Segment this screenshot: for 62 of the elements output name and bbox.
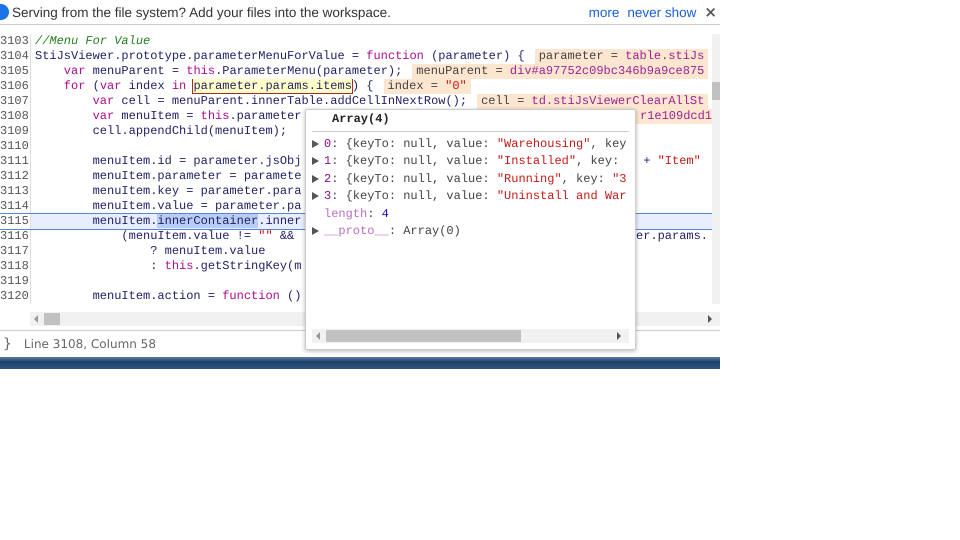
code-line: var cell = menuParent.innerTable.addCellInNextRow(); — [92, 94, 468, 109]
code-line: cell.appendChild(menuItem); — [92, 124, 288, 139]
close-button[interactable]: × — [704, 3, 717, 21]
code-line: var menuParent = this.ParameterMenu(parameter); — [62, 64, 402, 79]
line-number: 3110 — [0, 139, 31, 154]
format-button[interactable]: } — [0, 336, 16, 352]
line-number: 3103 — [0, 34, 31, 49]
scrollbar[interactable] — [312, 329, 629, 343]
code-line: menuItem.key = parameter.para — [92, 184, 302, 199]
line-number: 3105 — [0, 64, 31, 79]
code-line: menuItem.value = parameter.pa — [92, 199, 302, 214]
expand-arrow-icon[interactable] — [312, 157, 319, 166]
line-number: 3107 — [0, 94, 31, 109]
code-line: menuItem.id = parameter.jsObj — [92, 154, 302, 169]
expand-arrow-icon[interactable] — [312, 140, 319, 148]
line-number: 3108 — [0, 109, 31, 124]
line-number: 3120 — [0, 289, 31, 304]
code-line: (menuItem.value != "" && — [120, 229, 296, 244]
expand-arrow-icon[interactable] — [312, 192, 319, 200]
property-entry[interactable]: 2: {keyTo: null, value: "Running", key: "3 — [324, 172, 626, 186]
inline-value: index = "0" — [384, 79, 471, 94]
link[interactable]: never show — [627, 4, 696, 20]
code-line: menuItem.innerContainer.inner — [92, 214, 302, 229]
expand-arrow-icon[interactable] — [312, 227, 319, 236]
property-entry[interactable]: length: 4 — [324, 206, 389, 221]
property-entry[interactable]: 3: {keyTo: null, value: "Uninstall and War — [324, 189, 626, 204]
line-number: 3119 — [0, 274, 31, 289]
line-number: 3106 — [0, 79, 31, 94]
info-message: Serving from the file system? Add your files into the workspace. — [12, 4, 391, 20]
code-fragment: er.params. — [636, 229, 708, 244]
code-line: var menuItem = this.parameter — [92, 109, 302, 124]
code-line: for (var index in parameter.params.items) { — [62, 79, 374, 94]
code-line: //Menu For Value — [35, 34, 150, 49]
line-number: 3104 — [0, 49, 31, 64]
info-icon — [0, 4, 9, 20]
code-line: StiJsViewer.prototype.parameterMenuForValue = function (parameter) { — [35, 49, 525, 64]
line-number: 3114 — [0, 199, 31, 214]
code-line: ? menuItem.value — [149, 244, 266, 259]
expand-arrow-icon[interactable] — [312, 174, 319, 183]
code-fragment: + "Item" — [642, 154, 701, 169]
popover-title: Array(4) — [312, 110, 629, 132]
inline-value: menuParent = div#a97752c09bc346b9a9ce875 — [412, 64, 708, 79]
link[interactable]: more — [588, 4, 620, 20]
line-number: 3111 — [0, 154, 31, 169]
scrollbar[interactable] — [712, 34, 720, 304]
line-number: 3117 — [0, 244, 31, 259]
inline-value: cell = td.stiJsViewerClearAllSt — [477, 94, 708, 109]
code-line: menuItem.parameter = paramete — [92, 169, 302, 184]
code-line: menuItem.action = function () — [92, 289, 302, 304]
line-number: 3109 — [0, 124, 31, 139]
line-number: 3115 — [0, 214, 31, 229]
cursor-position: Line 3108, Column 58 — [24, 337, 156, 351]
property-entry[interactable]: 1: {keyTo: null, value: "Installed", key: — [324, 154, 620, 168]
line-number: 3112 — [0, 169, 31, 184]
code-line: : this.getStringKey(m — [149, 259, 302, 274]
inline-value: r1e109dcd1 — [636, 109, 712, 124]
property-entry[interactable]: 0: {keyTo: null, value: "Warehousing", key — [324, 136, 626, 151]
line-number: 3113 — [0, 184, 31, 199]
inline-value: parameter = table.stiJs — [534, 49, 708, 64]
property-entry[interactable]: __proto__: Array(0) — [324, 224, 461, 238]
line-number: 3116 — [0, 229, 31, 244]
line-number: 3118 — [0, 259, 31, 274]
